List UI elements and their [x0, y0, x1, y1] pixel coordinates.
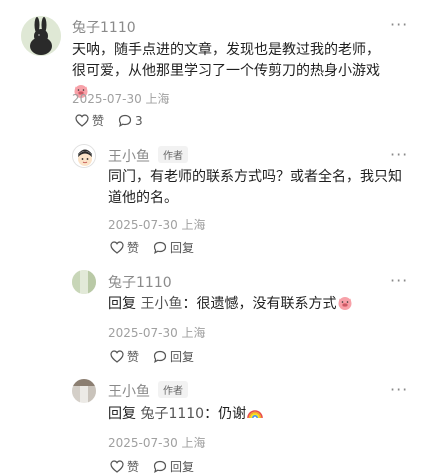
reply-prefix: 回复 [108, 406, 136, 422]
reply-body: ：很遗憾，没有联系方式 [182, 296, 337, 312]
reply-body: ：仍谢 [204, 406, 247, 422]
reply-author-name[interactable]: 王小鱼 [108, 149, 150, 165]
comment-body: 天呐，随手点进的文章，发现也是教过我的老师，很可爱，从他那里学习了一个传剪刀的热… [72, 42, 380, 79]
avatar-wangxiaoyu-small[interactable] [72, 379, 96, 403]
like-button[interactable]: 赞 [75, 112, 104, 129]
author-tag: 作者 [158, 146, 188, 163]
avatar-rabbit-small[interactable] [72, 270, 96, 294]
rainbow-emoji [247, 405, 263, 421]
reply-mention[interactable]: 兔子1110 [140, 406, 204, 422]
reply-mention[interactable]: 王小鱼 [140, 296, 182, 312]
speech-bubble-icon [118, 114, 132, 127]
reply-label: 回复 [170, 350, 195, 364]
reply-count-button[interactable]: 3 [118, 114, 143, 128]
reply-date: 2025-07-30 上海 [108, 436, 206, 450]
avatar-wangxiaoyu[interactable] [72, 144, 96, 168]
like-button[interactable]: 赞 [110, 348, 139, 365]
reply-author-name[interactable]: 王小鱼 [108, 384, 150, 400]
reply-text: 回复 王小鱼：很遗憾，没有联系方式 [108, 294, 404, 315]
like-label: 赞 [127, 460, 140, 473]
like-label: 赞 [92, 114, 105, 128]
comment-date: 2025-07-30 上海 [72, 92, 170, 106]
reply-actions: 赞 回复 [110, 239, 208, 256]
reply-actions: 赞 回复 [110, 348, 208, 365]
heart-outline-icon [110, 241, 124, 254]
like-label: 赞 [127, 241, 140, 255]
author-tag: 作者 [158, 381, 188, 398]
more-dots-icon[interactable]: ··· [390, 271, 408, 290]
reply-prefix: 回复 [108, 296, 136, 312]
reply-label: 回复 [170, 241, 195, 255]
reply-author: 王小鱼 作者 [108, 146, 188, 166]
reply-date: 2025-07-30 上海 [108, 326, 206, 340]
comment-actions: 赞 3 [75, 112, 157, 129]
like-button[interactable]: 赞 [110, 458, 139, 473]
like-button[interactable]: 赞 [110, 239, 139, 256]
reply-button[interactable]: 回复 [153, 239, 194, 256]
reply-author[interactable]: 兔子1110 [108, 272, 172, 292]
reply-actions: 赞 回复 [110, 458, 208, 473]
heart-outline-icon [110, 460, 124, 473]
pig-face-emoji [337, 295, 353, 311]
like-label: 赞 [127, 350, 140, 364]
reply-label: 回复 [170, 460, 195, 473]
heart-outline-icon [110, 350, 124, 363]
reply-button[interactable]: 回复 [153, 458, 194, 473]
more-dots-icon[interactable]: ··· [390, 15, 408, 34]
speech-bubble-icon [153, 460, 167, 473]
reply-text: 同门，有老师的联系方式吗？或者全名，我只知道他的名。 [108, 169, 402, 206]
heart-outline-icon [75, 114, 89, 127]
more-dots-icon[interactable]: ··· [390, 380, 408, 399]
speech-bubble-icon [153, 350, 167, 363]
comment-author[interactable]: 兔子1110 [72, 17, 136, 37]
reply-text: 回复 兔子1110：仍谢 [108, 404, 404, 425]
reply-count: 3 [135, 113, 143, 128]
reply-button[interactable]: 回复 [153, 348, 194, 365]
avatar-rabbit[interactable] [21, 16, 61, 56]
reply-date: 2025-07-30 上海 [108, 218, 206, 232]
speech-bubble-icon [153, 241, 167, 254]
more-dots-icon[interactable]: ··· [390, 145, 408, 164]
reply-author: 王小鱼 作者 [108, 381, 188, 401]
